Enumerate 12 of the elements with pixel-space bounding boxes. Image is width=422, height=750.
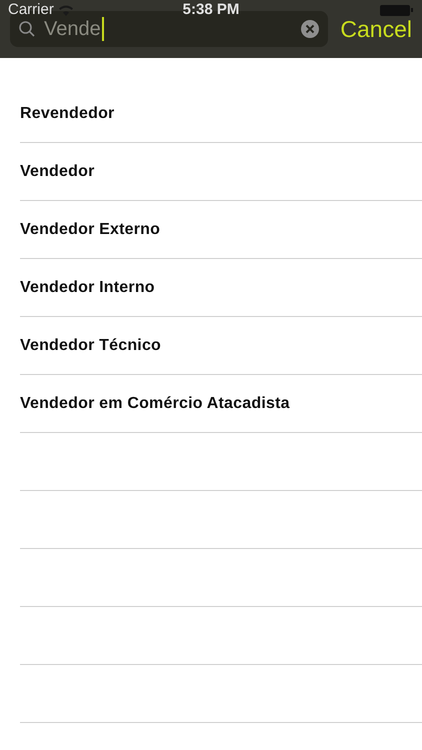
result-row[interactable]: Revendedor (20, 85, 422, 143)
result-row[interactable]: Vendedor em Comércio Atacadista (20, 375, 422, 433)
result-row[interactable]: Vendedor Técnico (20, 317, 422, 375)
clear-icon[interactable] (300, 19, 320, 39)
result-row[interactable]: Vendedor (20, 143, 422, 201)
result-row[interactable]: Vendedor Externo (20, 201, 422, 259)
search-text: Vende (44, 17, 104, 41)
result-row[interactable]: Vendedor Interno (20, 259, 422, 317)
search-icon (18, 20, 36, 38)
cancel-button[interactable]: Cancel (340, 12, 412, 46)
wifi-icon (58, 4, 74, 16)
battery-icon (380, 4, 414, 16)
